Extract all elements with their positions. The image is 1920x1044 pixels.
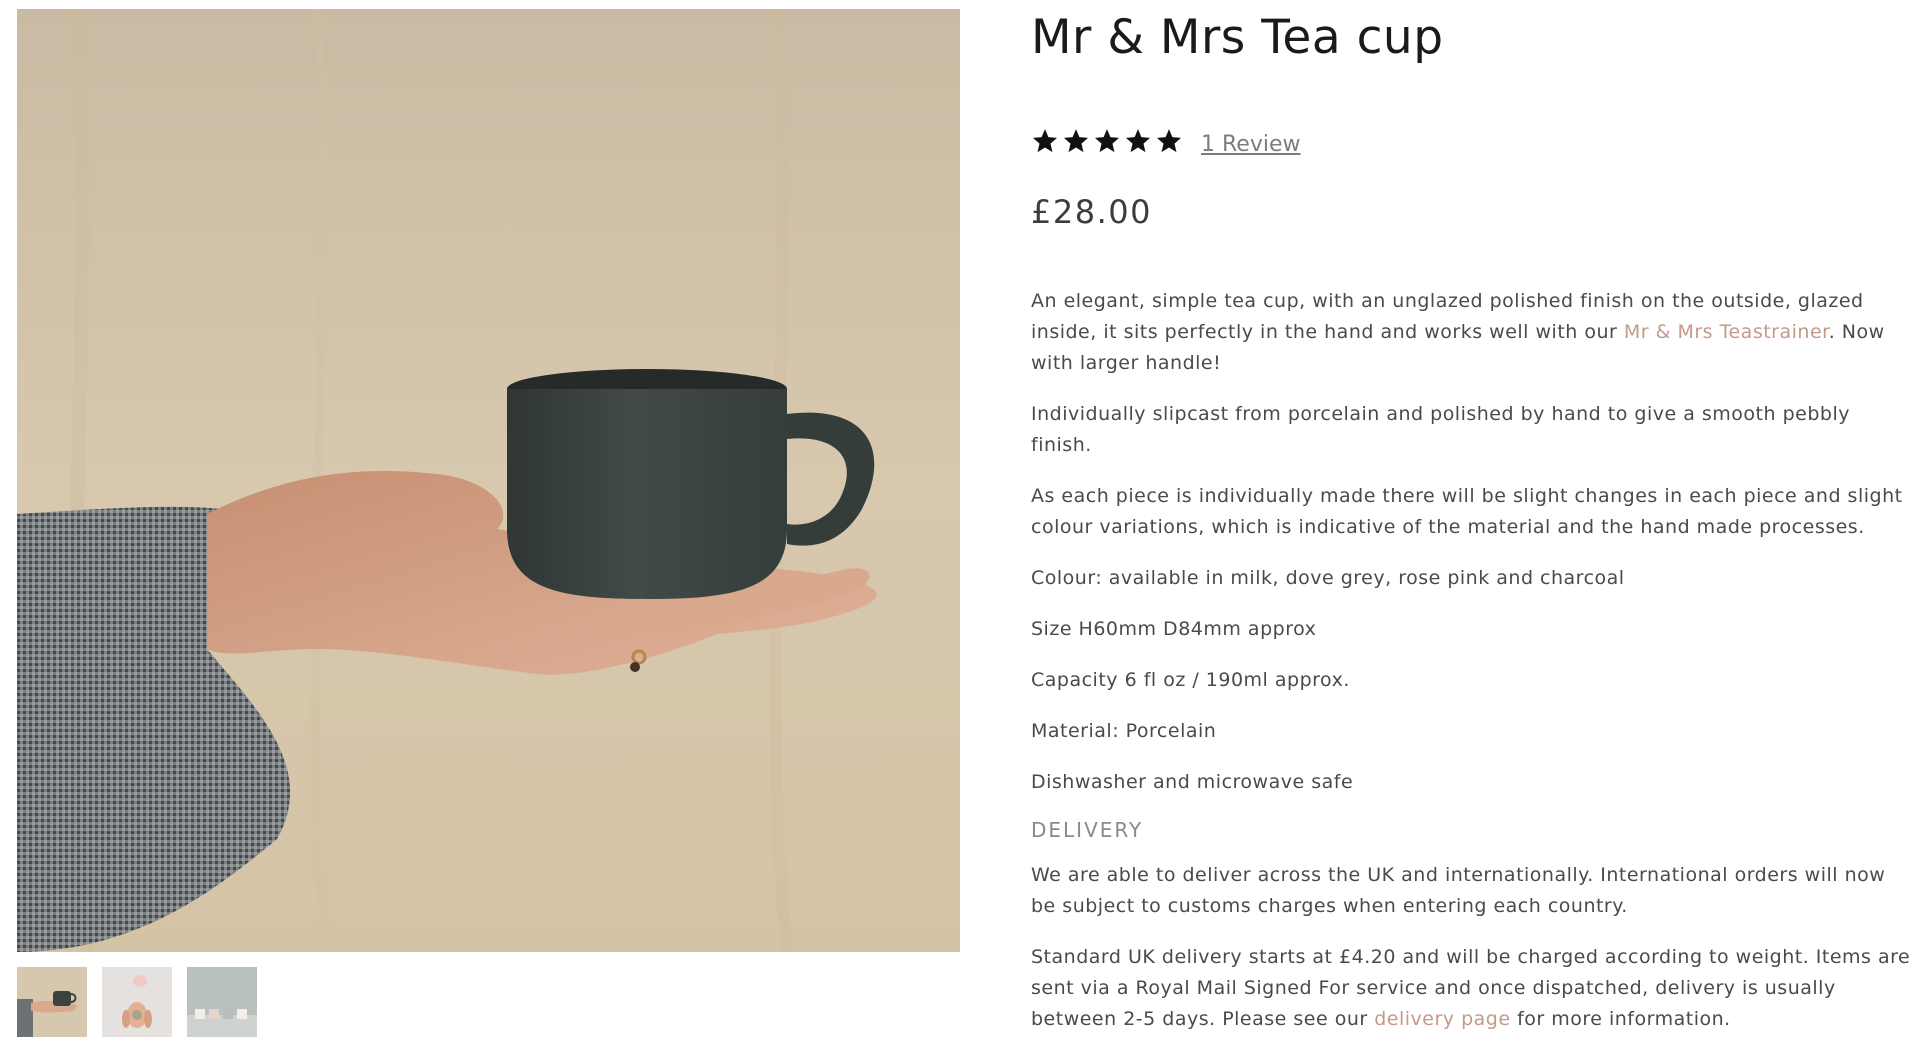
- spec-size: Size H60mm D84mm approx: [1031, 618, 1317, 640]
- teastrainer-link[interactable]: Mr & Mrs Teastrainer: [1624, 321, 1829, 343]
- delivery-page-link[interactable]: delivery page: [1374, 1008, 1510, 1030]
- product-photo: [17, 9, 960, 952]
- thumbnail-hand-holding-cup[interactable]: [17, 967, 87, 1037]
- thumbnail-cups-row[interactable]: [187, 967, 257, 1037]
- star-icon: [1125, 129, 1151, 153]
- description-variation: As each piece is individually made there…: [1031, 485, 1903, 538]
- delivery-standard-text-end: for more information.: [1510, 1008, 1731, 1030]
- delivery-heading: DELIVERY: [1031, 818, 1144, 842]
- product-price: £28.00: [1031, 193, 1152, 231]
- product-main-image[interactable]: [17, 9, 960, 952]
- spec-care: Dishwasher and microwave safe: [1031, 771, 1354, 793]
- star-rating: [1031, 127, 1183, 155]
- star-icon: [1032, 129, 1058, 153]
- spec-capacity: Capacity 6 fl oz / 190ml approx.: [1031, 669, 1350, 691]
- description-process: Individually slipcast from porcelain and…: [1031, 403, 1850, 456]
- star-icon: [1094, 129, 1120, 153]
- thumbnail-hands-with-cups[interactable]: [102, 967, 172, 1037]
- reviews-link[interactable]: 1 Review: [1201, 132, 1300, 157]
- product-title: Mr & Mrs Tea cup: [1031, 10, 1444, 65]
- delivery-international: We are able to deliver across the UK and…: [1031, 864, 1886, 917]
- spec-colour: Colour: available in milk, dove grey, ro…: [1031, 567, 1625, 589]
- spec-material: Material: Porcelain: [1031, 720, 1217, 742]
- star-icon: [1156, 129, 1182, 153]
- star-icon: [1063, 129, 1089, 153]
- delivery-standard: Standard UK delivery starts at £4.20 and…: [1031, 942, 1911, 1035]
- product-rating: 1 Review: [1031, 127, 1300, 157]
- product-description: An elegant, simple tea cup, with an ungl…: [1031, 286, 1911, 1044]
- thumbnail-strip: [17, 967, 257, 1037]
- description-intro: An elegant, simple tea cup, with an ungl…: [1031, 286, 1911, 379]
